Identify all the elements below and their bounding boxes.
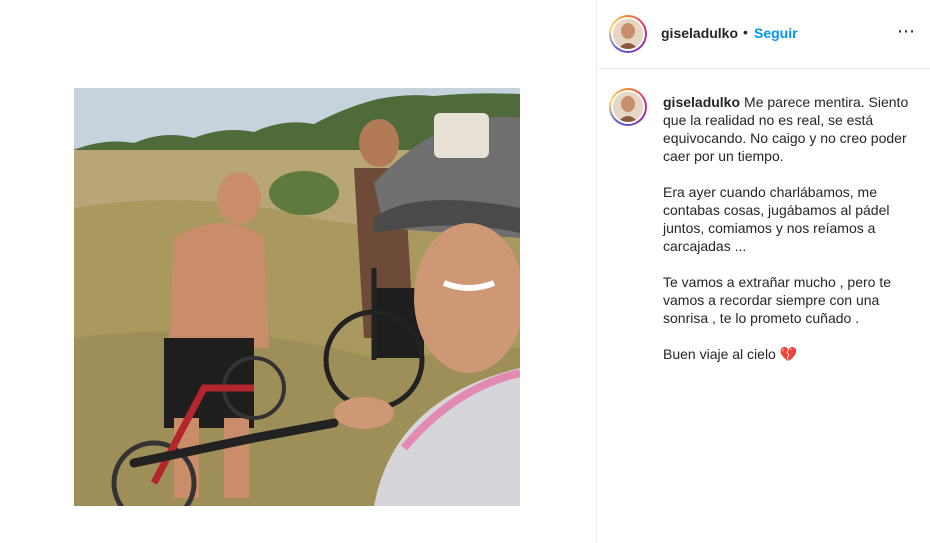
separator-dot: • <box>743 24 748 40</box>
caption-username[interactable]: giseladulko <box>663 94 740 110</box>
avatar[interactable] <box>609 15 647 53</box>
post-photo[interactable] <box>74 88 520 506</box>
media-pane <box>0 0 596 543</box>
header-username[interactable]: giseladulko <box>661 25 738 41</box>
caption-avatar-image <box>613 92 643 122</box>
caption-text: giseladulko Me parece mentira. Siento que… <box>663 93 913 381</box>
post-photo-illustration <box>74 88 520 506</box>
caption-paragraph-3: Te vamos a extrañar mucho , pero te vamo… <box>663 274 891 326</box>
avatar-image <box>613 19 643 49</box>
post-sidebar: giseladulko • Seguir ⋯ giseladulko Me par… <box>597 0 930 543</box>
caption-paragraph-4: Buen viaje al cielo <box>663 346 776 362</box>
more-options-icon[interactable]: ⋯ <box>897 22 916 40</box>
broken-heart-icon: 💔 <box>779 346 798 362</box>
caption-paragraph-2: Era ayer cuando charlábamos, me contabas… <box>663 184 890 254</box>
caption-avatar[interactable] <box>609 88 647 126</box>
post-header: giseladulko • Seguir ⋯ <box>597 0 930 69</box>
follow-button[interactable]: Seguir <box>754 25 798 41</box>
